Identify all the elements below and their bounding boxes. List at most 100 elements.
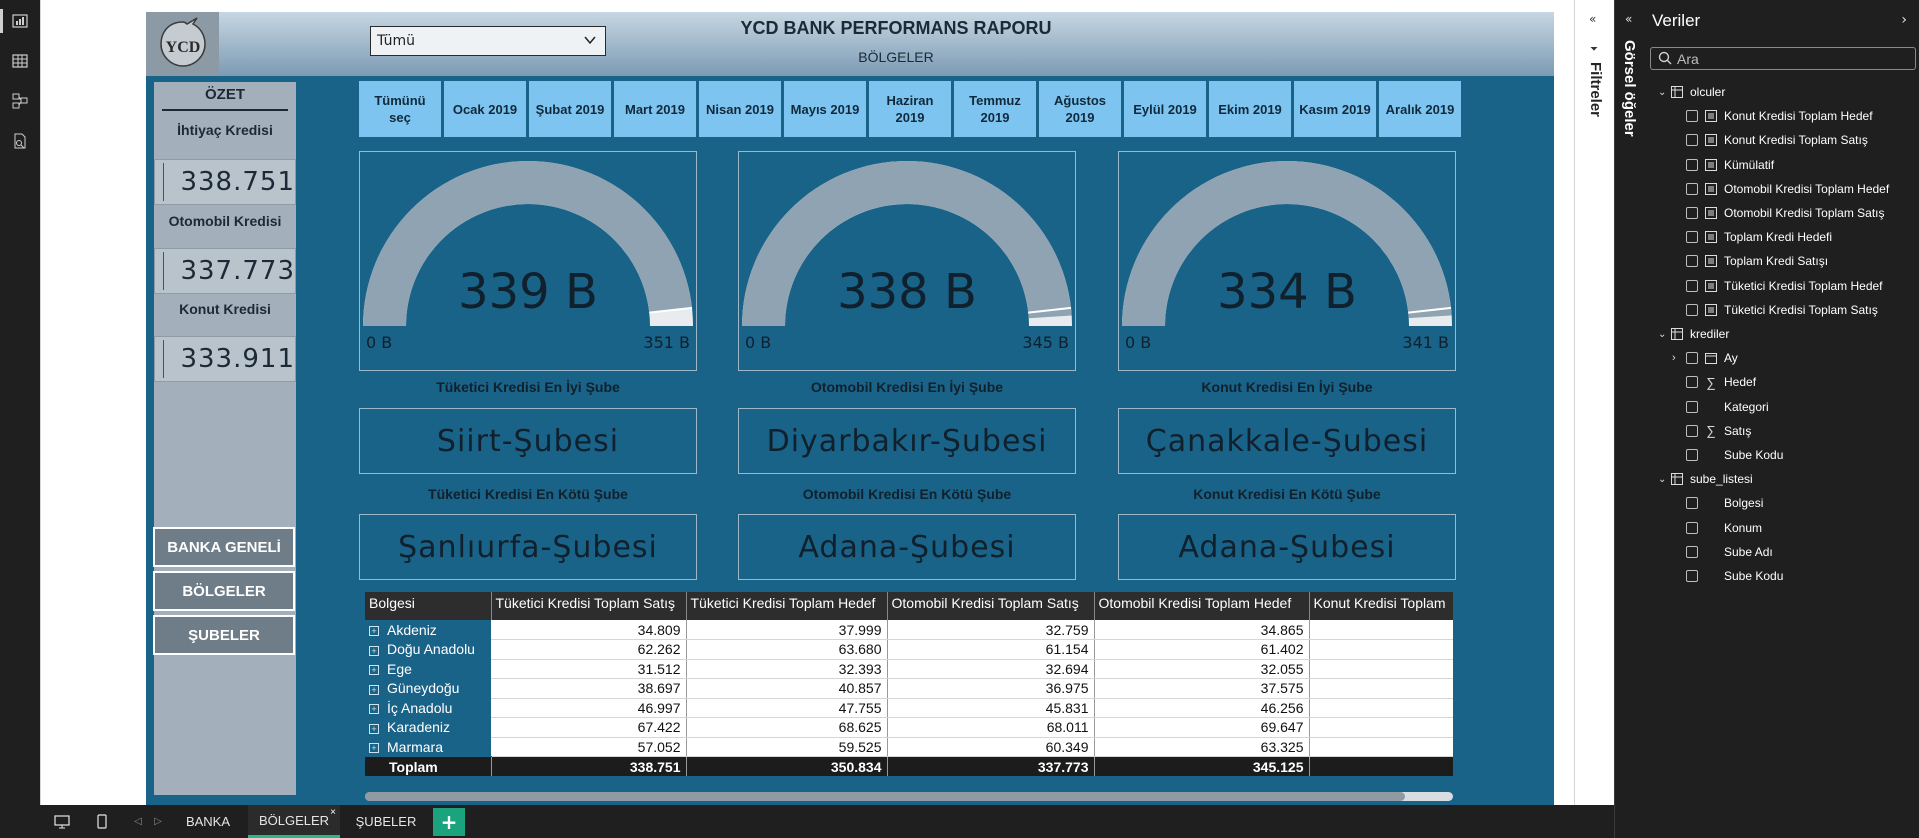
chevron-down-icon[interactable]: ⌄ xyxy=(1658,474,1670,485)
expand-icon[interactable]: + xyxy=(369,665,379,676)
expand-chevron-icon[interactable]: › xyxy=(1901,12,1907,28)
tree-field-node[interactable]: Konut Kredisi Toplam Hedef xyxy=(1672,104,1873,128)
row-region[interactable]: + Akdeniz xyxy=(365,620,491,640)
add-page-button[interactable]: + xyxy=(433,808,465,836)
close-tab-icon[interactable]: × xyxy=(330,807,336,818)
worst-branch-tuketici[interactable]: Şanlıurfa-Şubesi xyxy=(359,514,697,580)
best-branch-konut[interactable]: Çanakkale-Şubesi xyxy=(1118,408,1456,474)
mobile-layout-icon[interactable] xyxy=(88,805,116,838)
field-checkbox[interactable] xyxy=(1686,400,1698,413)
row-region[interactable]: + İç Anadolu xyxy=(365,698,491,718)
tree-field-node[interactable]: Konum xyxy=(1672,516,1762,540)
col-header-tks[interactable]: Tüketici Kredisi Toplam Satış xyxy=(491,592,687,620)
expand-icon[interactable]: + xyxy=(369,625,379,636)
gauge-tuketici[interactable]: 339 B 0 B 351 B xyxy=(359,151,697,371)
row-region[interactable]: + Karadeniz xyxy=(365,717,491,738)
field-checkbox[interactable] xyxy=(1686,424,1698,437)
bolgeler-button[interactable]: BÖLGELER xyxy=(153,571,295,611)
month-ocak[interactable]: Ocak 2019 xyxy=(444,81,526,137)
tree-field-node[interactable]: Konut Kredisi Toplam Satış xyxy=(1672,128,1868,152)
row-region[interactable]: + Güneydoğu xyxy=(365,678,491,699)
tree-field-node[interactable]: ∑ Hedef xyxy=(1672,370,1756,394)
tree-field-node[interactable]: ∑ Satış xyxy=(1672,419,1751,443)
best-branch-otomobil[interactable]: Diyarbakır-Şubesi xyxy=(738,408,1076,474)
tree-table-node[interactable]: ⌄ sube_listesi xyxy=(1658,467,1753,491)
field-checkbox[interactable] xyxy=(1686,497,1698,510)
region-dropdown[interactable]: Tümü xyxy=(370,26,606,56)
col-header-kk[interactable]: Konut Kredisi Toplam xyxy=(1309,592,1453,620)
tree-field-node[interactable]: Sube Kodu xyxy=(1672,443,1783,467)
month-nisan[interactable]: Nisan 2019 xyxy=(699,81,781,137)
tree-field-node[interactable]: Kümülatif xyxy=(1672,153,1774,177)
month-kasim[interactable]: Kasım 2019 xyxy=(1294,81,1376,137)
worst-branch-konut[interactable]: Adana-Şubesi xyxy=(1118,514,1456,580)
tree-field-node[interactable]: Kategori xyxy=(1672,395,1769,419)
scrollbar-thumb[interactable] xyxy=(365,792,1405,801)
field-checkbox[interactable] xyxy=(1686,182,1698,195)
tree-field-node[interactable]: Toplam Kredi Hedefi xyxy=(1672,225,1832,249)
gauge-konut[interactable]: 334 B 0 B 341 B xyxy=(1118,151,1456,371)
model-view-icon[interactable] xyxy=(8,89,32,113)
month-aralik[interactable]: Aralık 2019 xyxy=(1379,81,1461,137)
col-header-tkh[interactable]: Tüketici Kredisi Toplam Hedef xyxy=(686,592,888,620)
tab-bolgeler[interactable]: BÖLGELER × xyxy=(248,805,340,838)
month-mart[interactable]: Mart 2019 xyxy=(614,81,696,137)
chevron-down-icon[interactable]: ⌄ xyxy=(1658,87,1670,98)
subeler-button[interactable]: ŞUBELER xyxy=(153,615,295,655)
worst-branch-otomobil[interactable]: Adana-Şubesi xyxy=(738,514,1076,580)
month-haziran[interactable]: Haziran 2019 xyxy=(869,81,951,137)
best-branch-tuketici[interactable]: Siirt-Şubesi xyxy=(359,408,697,474)
tree-table-node[interactable]: ⌄ olculer xyxy=(1658,80,1725,104)
visuals-label[interactable]: Görsel öğeler xyxy=(1621,40,1638,137)
field-checkbox[interactable] xyxy=(1686,521,1698,534)
dax-query-icon[interactable] xyxy=(8,129,32,153)
field-checkbox[interactable] xyxy=(1686,255,1698,268)
month-subat[interactable]: Şubat 2019 xyxy=(529,81,611,137)
month-eylul[interactable]: Eylül 2019 xyxy=(1124,81,1206,137)
month-select-all[interactable]: Tümünü seç xyxy=(359,81,441,137)
row-region[interactable]: + Marmara xyxy=(365,737,491,757)
tree-field-node[interactable]: › Ay xyxy=(1672,346,1738,370)
field-checkbox[interactable] xyxy=(1686,110,1698,123)
collapse-double-chevron-icon[interactable]: « xyxy=(1625,12,1632,26)
field-checkbox[interactable] xyxy=(1686,279,1698,292)
month-agustos[interactable]: Ağustos 2019 xyxy=(1039,81,1121,137)
collapse-double-chevron-icon[interactable]: « xyxy=(1589,12,1596,26)
expand-icon[interactable]: + xyxy=(369,723,379,734)
month-mayis[interactable]: Mayıs 2019 xyxy=(784,81,866,137)
field-checkbox[interactable] xyxy=(1686,570,1698,582)
field-checkbox[interactable] xyxy=(1686,545,1698,558)
expand-icon[interactable]: + xyxy=(369,704,379,715)
field-checkbox[interactable] xyxy=(1686,158,1698,171)
col-header-okh[interactable]: Otomobil Kredisi Toplam Hedef xyxy=(1094,592,1310,620)
field-checkbox[interactable] xyxy=(1686,303,1698,316)
expand-icon[interactable]: + xyxy=(369,684,379,695)
banka-geneli-button[interactable]: BANKA GENELİ xyxy=(153,527,295,567)
tree-field-node[interactable]: Bolgesi xyxy=(1672,491,1763,515)
col-header-bolgesi[interactable]: Bolgesi xyxy=(365,592,492,620)
data-search-input[interactable]: Ara xyxy=(1650,47,1916,70)
month-temmuz[interactable]: Temmuz 2019 xyxy=(954,81,1036,137)
tree-field-node[interactable]: Otomobil Kredisi Toplam Satış xyxy=(1672,201,1885,225)
tree-table-node[interactable]: ⌄ krediler xyxy=(1658,322,1729,346)
month-ekim[interactable]: Ekim 2019 xyxy=(1209,81,1291,137)
gauge-otomobil[interactable]: 338 B 0 B 345 B xyxy=(738,151,1076,371)
tree-field-node[interactable]: Sube Kodu xyxy=(1672,564,1783,588)
table-view-icon[interactable] xyxy=(8,49,32,73)
table-horizontal-scrollbar[interactable] xyxy=(365,792,1453,801)
region-matrix[interactable]: Bolgesi Tüketici Kredisi Toplam Satış Tü… xyxy=(365,592,1453,788)
chevron-right-icon[interactable]: › xyxy=(1672,352,1684,364)
desktop-layout-icon[interactable] xyxy=(40,805,84,838)
filters-label[interactable]: Filtreler xyxy=(1587,62,1604,117)
col-header-oks[interactable]: Otomobil Kredisi Toplam Satış xyxy=(887,592,1095,620)
field-checkbox[interactable] xyxy=(1686,134,1698,147)
field-checkbox[interactable] xyxy=(1686,352,1698,365)
next-page-icon[interactable]: ▷ xyxy=(148,805,168,838)
field-checkbox[interactable] xyxy=(1686,231,1698,244)
chevron-down-icon[interactable]: ⌄ xyxy=(1658,329,1670,340)
tree-field-node[interactable]: Otomobil Kredisi Toplam Hedef xyxy=(1672,177,1889,201)
field-checkbox[interactable] xyxy=(1686,207,1698,219)
field-checkbox[interactable] xyxy=(1686,449,1698,461)
field-checkbox[interactable] xyxy=(1686,376,1698,389)
tab-banka[interactable]: BANKA xyxy=(170,805,246,838)
